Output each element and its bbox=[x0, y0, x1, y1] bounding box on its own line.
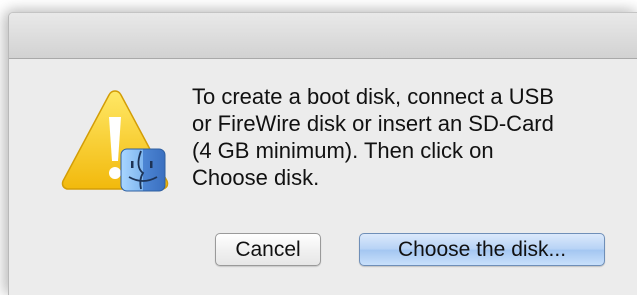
caution-icon bbox=[61, 90, 169, 192]
dialog-titlebar[interactable] bbox=[9, 13, 637, 59]
alert-message: To create a boot disk, connect a USB or … bbox=[192, 84, 554, 190]
choose-disk-button[interactable]: Choose the disk... bbox=[359, 233, 605, 266]
dialog-body: To create a boot disk, connect a USB or … bbox=[9, 59, 637, 295]
cancel-button[interactable]: Cancel bbox=[215, 233, 321, 266]
alert-dialog: To create a boot disk, connect a USB or … bbox=[8, 12, 637, 295]
finder-badge-icon bbox=[120, 148, 166, 192]
